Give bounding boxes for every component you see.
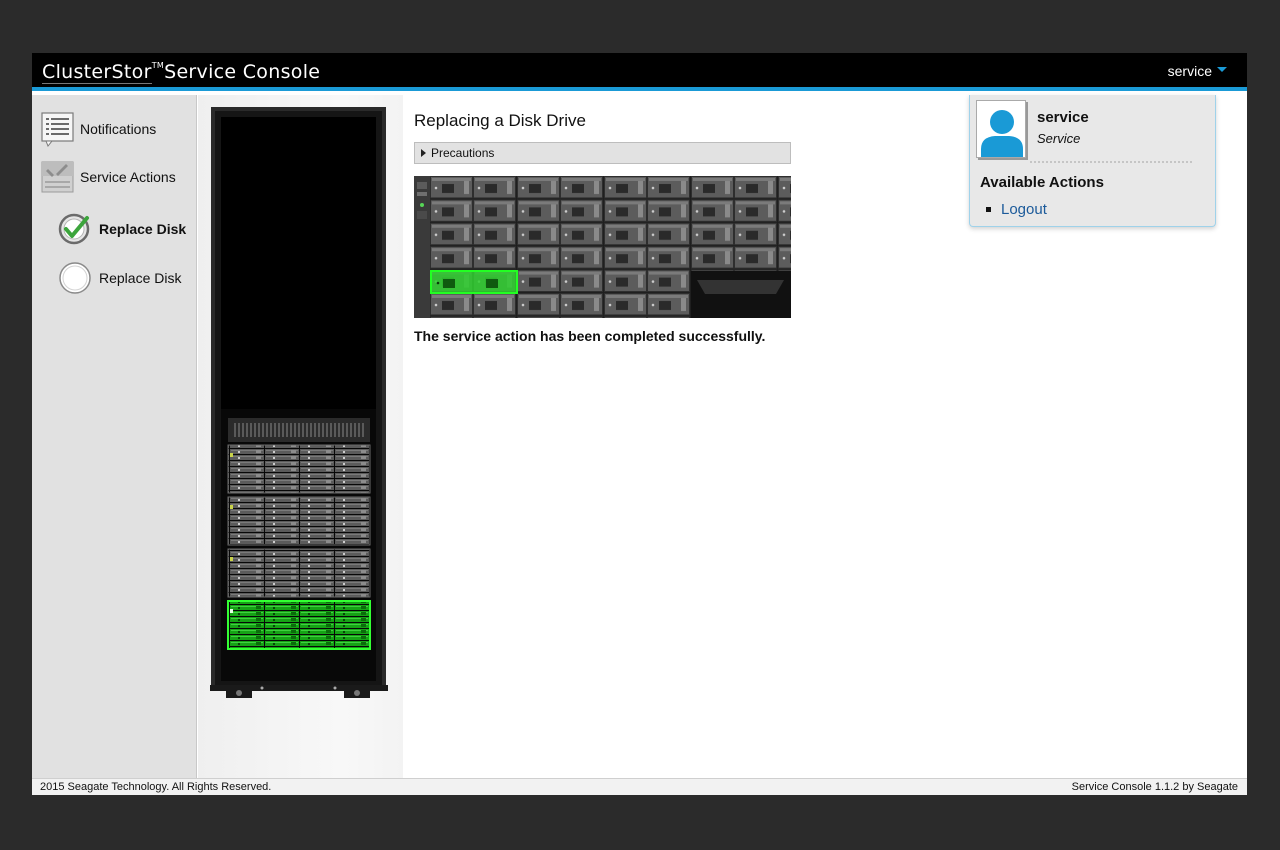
check-circle-icon <box>58 213 90 245</box>
footer: 2015 Seagate Technology. All Rights Rese… <box>32 778 1247 795</box>
popup-divider <box>1030 161 1192 163</box>
avatar <box>976 100 1026 158</box>
sub-item-label: Replace Disk <box>99 221 187 237</box>
page-title: Replacing a Disk Drive <box>414 111 586 130</box>
user-menu-label: service <box>1167 63 1212 79</box>
user-avatar-icon <box>977 101 1025 157</box>
popup-user-role: Service <box>1037 131 1081 146</box>
success-message: The service action has been completed su… <box>414 328 766 344</box>
sidebar-item-notifications[interactable]: Notifications <box>40 111 156 147</box>
sub-item-replace-disk-pending[interactable]: Replace Disk <box>58 261 181 295</box>
user-popup: service Service Available Actions Logout <box>969 95 1216 227</box>
caret-down-icon <box>1217 66 1227 72</box>
disk-enclosure-image <box>414 176 791 318</box>
sidebar-item-service-actions[interactable]: Service Actions <box>40 159 176 195</box>
brand-underline <box>42 83 152 84</box>
server-rack-image <box>210 107 388 698</box>
service-actions-icon <box>41 161 74 193</box>
top-bar: ClusterStorTMService Console service <box>32 53 1247 91</box>
sidebar-item-label: Service Actions <box>80 169 176 185</box>
app-window: ClusterStorTMService Console service Not… <box>32 53 1247 795</box>
bullet-icon <box>986 207 991 212</box>
logout-link[interactable]: Logout <box>1001 201 1047 218</box>
sidebar: Notifications Service Actions Replace Di… <box>32 95 197 778</box>
precautions-label: Precautions <box>431 146 495 160</box>
footer-version: Service Console 1.1.2 by Seagate <box>1071 781 1238 793</box>
popup-user-name: service <box>1037 109 1089 126</box>
user-menu-button[interactable]: service <box>1168 63 1227 79</box>
footer-copyright: 2015 Seagate Technology. All Rights Rese… <box>40 781 272 793</box>
app-brand: ClusterStorTMService Console <box>42 60 321 83</box>
available-actions-heading: Available Actions <box>980 174 1104 191</box>
sub-item-replace-disk-completed[interactable]: Replace Disk <box>58 212 186 246</box>
empty-circle-icon <box>59 262 91 294</box>
sidebar-item-label: Notifications <box>80 121 157 137</box>
notifications-list-icon <box>41 112 74 147</box>
sub-item-label: Replace Disk <box>99 270 182 286</box>
precautions-toggle[interactable]: Precautions <box>414 142 791 164</box>
rack-panel <box>198 95 403 778</box>
main-content: Replacing a Disk Drive Precautions The s… <box>414 95 974 778</box>
triangle-right-icon <box>421 149 426 157</box>
action-list-item: Logout <box>986 201 1047 218</box>
